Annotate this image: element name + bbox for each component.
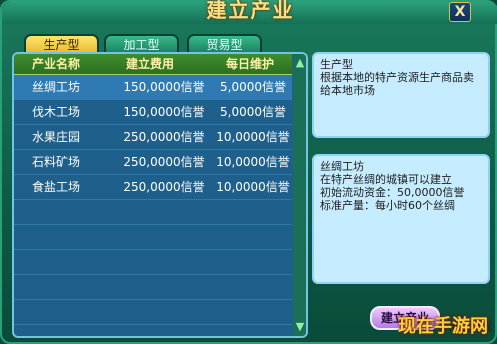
header-cost: 建立费用 [126, 57, 175, 71]
header-name: 产业名称 [32, 57, 81, 71]
row-daily: 5,0000信誉 [220, 105, 286, 119]
table-row[interactable]: 石料矿场 250,0000信誉 10,0000信誉 [14, 150, 292, 175]
category-info-panel: 生产型 根据本地的特产资源生产商品卖给本地市场 [312, 52, 490, 138]
row-cost: 250,0000信誉 [123, 155, 205, 169]
table-row[interactable]: 丝绸工坊 150,0000信誉 5,0000信誉 [14, 75, 292, 100]
scroll-down-icon[interactable]: ▼ [293, 320, 306, 334]
industry-info-line: 初始流动资金：50,0000信誉 [320, 186, 465, 199]
table-row[interactable]: 伐木工场 150,0000信誉 5,0000信誉 [14, 100, 292, 125]
row-name: 石料矿场 [32, 155, 81, 169]
window-title: 建立产业 [206, 0, 295, 22]
industry-window: 建立产业 X 生产型 加工型 贸易型 产业名称 建立费用 每日维护 丝绸工坊 1… [0, 0, 497, 344]
table-empty-row [14, 275, 292, 300]
row-cost: 150,0000信誉 [123, 105, 205, 119]
row-name: 水果庄园 [32, 130, 81, 144]
row-name: 食盐工场 [32, 180, 81, 194]
table-row[interactable]: 水果庄园 250,0000信誉 10,0000信誉 [14, 125, 292, 150]
row-daily: 5,0000信誉 [220, 80, 286, 94]
row-cost: 150,0000信誉 [123, 80, 205, 94]
row-cost: 250,0000信誉 [123, 130, 205, 144]
industry-info-line: 标准产量：每小时60个丝绸 [320, 199, 455, 212]
table-empty-row [14, 225, 292, 250]
scroll-up-icon[interactable]: ▲ [293, 56, 306, 70]
table-body: 丝绸工坊 150,0000信誉 5,0000信誉 伐木工场 150,0000信誉… [14, 75, 292, 336]
row-daily: 10,0000信誉 [216, 130, 290, 144]
table-empty-row [14, 200, 292, 225]
industry-info-line: 在特产丝绸的城镇可以建立 [320, 173, 452, 186]
close-button[interactable]: X [449, 2, 471, 22]
row-name: 丝绸工坊 [32, 80, 81, 94]
table-scrollbar[interactable]: ▲ ▼ [293, 54, 306, 336]
row-name: 伐木工场 [32, 105, 81, 119]
industry-info-line: 丝绸工坊 [320, 160, 364, 173]
category-info-title: 生产型 [320, 58, 353, 71]
row-daily: 10,0000信誉 [216, 155, 290, 169]
table-header: 产业名称 建立费用 每日维护 [14, 54, 292, 75]
table-empty-row [14, 300, 292, 325]
row-daily: 10,0000信誉 [216, 180, 290, 194]
site-stamp: 现在手游网 [398, 316, 488, 337]
industry-table: 产业名称 建立费用 每日维护 丝绸工坊 150,0000信誉 5,0000信誉 … [12, 52, 308, 338]
row-cost: 250,0000信誉 [123, 180, 205, 194]
header-daily: 每日维护 [226, 57, 275, 71]
category-info-text: 根据本地的特产资源生产商品卖给本地市场 [320, 71, 474, 97]
table-empty-row [14, 250, 292, 275]
table-row[interactable]: 食盐工场 250,0000信誉 10,0000信誉 [14, 175, 292, 200]
industry-info-panel: 丝绸工坊 在特产丝绸的城镇可以建立 初始流动资金：50,0000信誉 标准产量：… [312, 154, 490, 284]
